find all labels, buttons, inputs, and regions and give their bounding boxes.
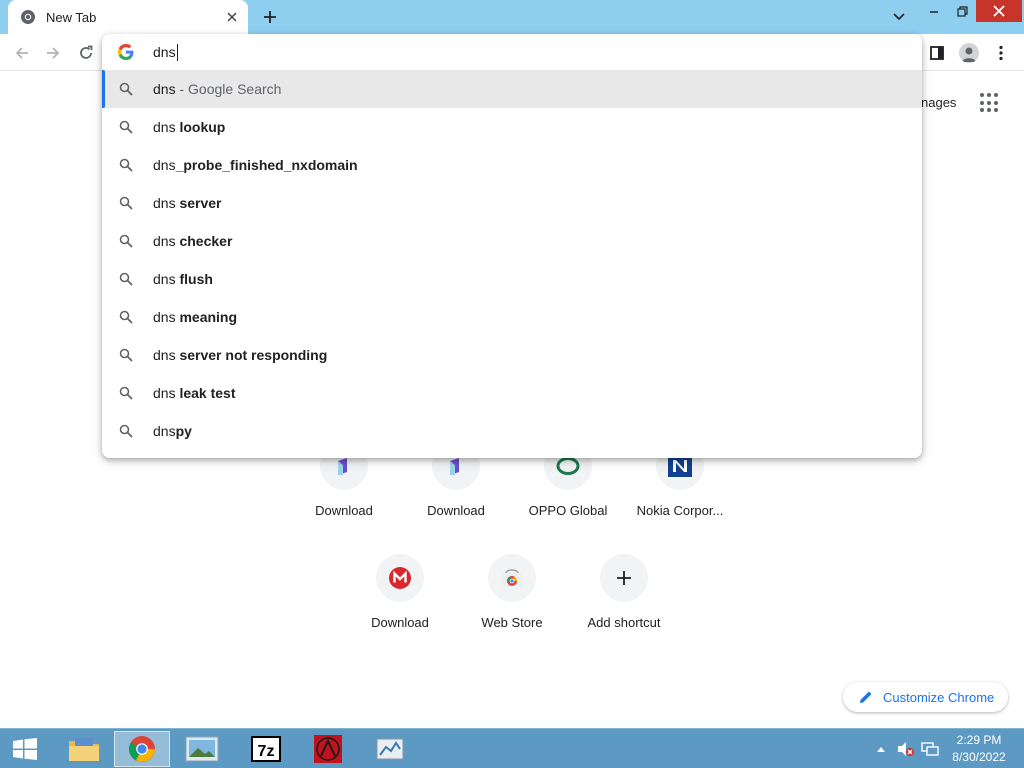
search-icon bbox=[119, 120, 133, 134]
suggestion-item[interactable]: dns_probe_finished_nxdomain bbox=[102, 146, 922, 184]
customize-label: Customize Chrome bbox=[883, 689, 995, 705]
suggestion-text: dns meaning bbox=[153, 309, 238, 325]
shortcut-label: Download bbox=[371, 615, 429, 630]
suggestion-item[interactable]: dns server not responding bbox=[102, 336, 922, 374]
google-apps-icon[interactable] bbox=[980, 93, 1000, 113]
customize-chrome-button[interactable]: Customize Chrome bbox=[843, 682, 1008, 712]
web-store-icon bbox=[488, 554, 536, 602]
more-vert-icon bbox=[999, 45, 1003, 61]
suggestion-item[interactable]: dns flush bbox=[102, 260, 922, 298]
arrow-right-icon bbox=[47, 47, 60, 59]
suggestion-item[interactable]: dns server bbox=[102, 184, 922, 222]
file-explorer-icon[interactable] bbox=[56, 731, 112, 767]
suggestion-list: dns - Google Search dns lookup dns_probe… bbox=[102, 70, 922, 450]
suggestion-text: dns leak test bbox=[153, 385, 236, 401]
images-link[interactable]: nages bbox=[921, 95, 956, 110]
new-tab-button[interactable] bbox=[258, 6, 282, 28]
network-icon[interactable] bbox=[920, 729, 940, 768]
search-icon bbox=[119, 348, 133, 362]
shortcut-tile[interactable]: Web Store bbox=[456, 554, 568, 654]
windows-logo-icon bbox=[13, 738, 37, 760]
shortcut-label: Nokia Corpor... bbox=[636, 503, 724, 518]
suggestion-text: dnspy bbox=[153, 423, 192, 439]
minimize-button[interactable] bbox=[920, 0, 948, 22]
close-tab-icon[interactable] bbox=[222, 7, 242, 27]
clock-time: 2:29 PM bbox=[956, 733, 1002, 747]
suggestion-item-selected[interactable]: dns - Google Search bbox=[102, 70, 922, 108]
search-icon bbox=[119, 310, 133, 324]
shortcut-label: OPPO Global bbox=[528, 503, 608, 518]
windows-taskbar: 7z 2:29 PM 8/30/2022 bbox=[0, 728, 1024, 768]
close-window-button[interactable] bbox=[976, 0, 1022, 22]
search-icon bbox=[119, 234, 133, 248]
suggestion-text: dns lookup bbox=[153, 119, 226, 135]
shortcut-label: Add shortcut bbox=[587, 615, 661, 630]
system-clock[interactable]: 2:29 PM 8/30/2022 bbox=[946, 732, 1012, 766]
search-icon bbox=[119, 82, 133, 96]
shortcut-label: Web Store bbox=[481, 615, 543, 630]
suggestion-item[interactable]: dns leak test bbox=[102, 374, 922, 412]
shortcut-tile[interactable]: Download bbox=[344, 554, 456, 654]
show-hidden-icons-icon[interactable] bbox=[874, 729, 888, 768]
chrome-taskbar-icon[interactable] bbox=[114, 731, 170, 767]
svg-text:7z: 7z bbox=[258, 743, 275, 760]
suggestion-text: dns checker bbox=[153, 233, 233, 249]
menu-button[interactable] bbox=[988, 40, 1014, 66]
plus-icon bbox=[600, 554, 648, 602]
shortcut-label: Download bbox=[427, 503, 485, 518]
search-icon bbox=[119, 196, 133, 210]
7zip-icon[interactable]: 7z bbox=[238, 731, 294, 767]
suggestion-item[interactable]: dns checker bbox=[102, 222, 922, 260]
omnibox-input[interactable]: dns bbox=[153, 44, 178, 61]
mega-icon bbox=[376, 554, 424, 602]
start-button[interactable] bbox=[0, 729, 50, 768]
chrome-icon bbox=[20, 9, 36, 25]
suggestion-item[interactable]: dns lookup bbox=[102, 108, 922, 146]
reload-icon bbox=[80, 45, 93, 59]
suggestion-text: dns_probe_finished_nxdomain bbox=[153, 157, 358, 173]
suggestion-text: dns server bbox=[153, 195, 222, 211]
omnibox-dropdown: dns dns - Google Search dns lookup dns_p… bbox=[102, 34, 922, 458]
pencil-icon bbox=[859, 690, 873, 704]
back-button[interactable] bbox=[9, 40, 35, 66]
restore-button[interactable] bbox=[948, 0, 976, 22]
tab-new-tab[interactable]: New Tab bbox=[8, 0, 248, 34]
photo-viewer-icon[interactable] bbox=[174, 731, 230, 767]
add-shortcut-tile[interactable]: Add shortcut bbox=[568, 554, 680, 654]
suggestion-text: dns flush bbox=[153, 271, 213, 287]
clock-date: 8/30/2022 bbox=[952, 750, 1006, 764]
profile-button[interactable] bbox=[956, 40, 982, 66]
arrow-left-icon bbox=[15, 47, 28, 59]
suggestion-text: dns - Google Search bbox=[153, 81, 282, 97]
search-icon bbox=[119, 158, 133, 172]
autocad-icon[interactable] bbox=[300, 731, 356, 767]
side-panel-icon bbox=[930, 46, 944, 60]
side-panel-button[interactable] bbox=[924, 40, 950, 66]
forward-button[interactable] bbox=[40, 40, 66, 66]
tab-search-icon[interactable] bbox=[888, 6, 910, 28]
avatar bbox=[959, 43, 979, 63]
suggestion-item[interactable]: dns meaning bbox=[102, 298, 922, 336]
tab-strip: New Tab bbox=[0, 0, 1024, 34]
suggestion-text: dns server not responding bbox=[153, 347, 328, 363]
search-icon bbox=[119, 272, 133, 286]
volume-muted-icon[interactable] bbox=[896, 729, 916, 768]
reload-button[interactable] bbox=[73, 40, 99, 66]
control-panel-icon[interactable] bbox=[362, 731, 418, 767]
omnibox[interactable]: dns bbox=[102, 34, 922, 70]
shortcut-label: Download bbox=[315, 503, 373, 518]
suggestion-item[interactable]: dnspy bbox=[102, 412, 922, 450]
tab-title: New Tab bbox=[46, 9, 97, 25]
search-icon bbox=[119, 424, 133, 438]
google-g-icon bbox=[118, 44, 134, 60]
search-icon bbox=[119, 386, 133, 400]
